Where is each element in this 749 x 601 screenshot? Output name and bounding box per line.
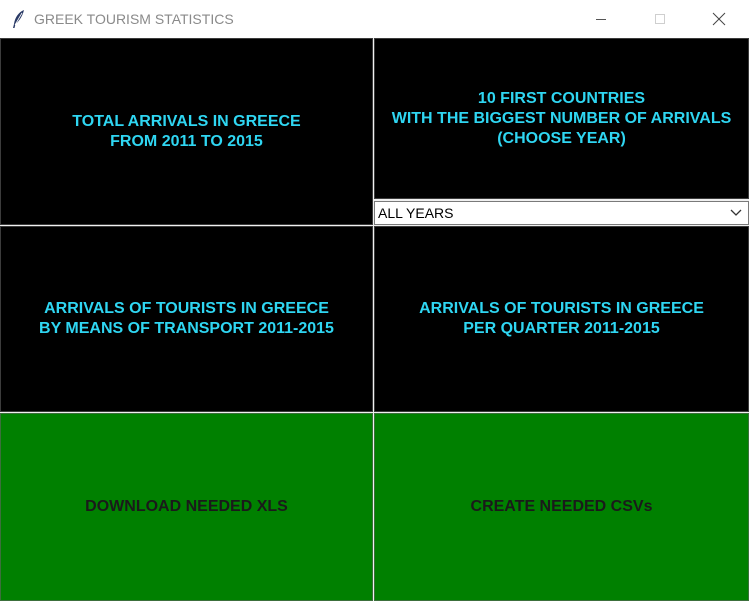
download-xls-button[interactable]: DOWNLOAD NEEDED XLS [0,413,373,601]
create-csvs-button[interactable]: CREATE NEEDED CSVs [374,413,749,601]
transport-arrivals-label: ARRIVALS OF TOURISTS IN GREECE BY MEANS … [39,300,334,337]
quarter-arrivals-button[interactable]: ARRIVALS OF TOURISTS IN GREECE PER QUART… [374,226,749,412]
quarter-arrivals-label: ARRIVALS OF TOURISTS IN GREECE PER QUART… [419,300,704,337]
minimize-button[interactable] [578,0,624,38]
maximize-icon [655,14,665,24]
title-bar: GREEK TOURISM STATISTICS [0,0,749,38]
close-button[interactable] [696,0,742,38]
close-icon [712,12,726,26]
total-arrivals-button[interactable]: TOTAL ARRIVALS IN GREECE FROM 2011 TO 20… [0,38,373,225]
year-select-value: ALL YEARS [378,205,454,221]
feather-icon [13,10,24,28]
transport-arrivals-button[interactable]: ARRIVALS OF TOURISTS IN GREECE BY MEANS … [0,226,373,412]
window-title: GREEK TOURISM STATISTICS [34,11,234,27]
total-arrivals-label: TOTAL ARRIVALS IN GREECE FROM 2011 TO 20… [72,112,301,150]
top-countries-button[interactable]: 10 FIRST COUNTRIES WITH THE BIGGEST NUMB… [374,38,749,199]
maximize-button[interactable] [637,0,683,38]
download-xls-label: DOWNLOAD NEEDED XLS [85,498,288,515]
top-countries-label: 10 FIRST COUNTRIES WITH THE BIGGEST NUMB… [391,89,732,147]
minimize-icon [596,19,606,20]
year-select[interactable]: ALL YEARS [374,201,749,225]
chevron-down-icon [730,209,742,216]
create-csvs-label: CREATE NEEDED CSVs [470,498,653,515]
